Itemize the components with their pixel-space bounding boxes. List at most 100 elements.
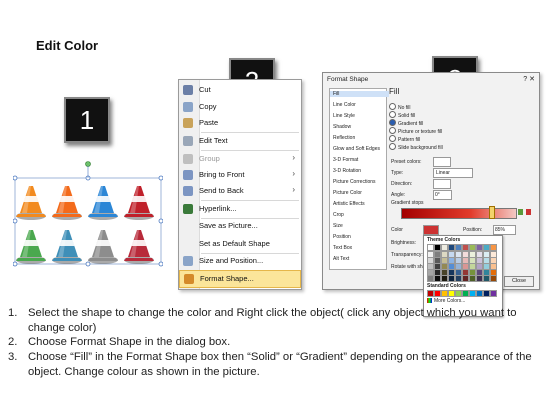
submenu-chevron-icon: › — [292, 153, 295, 162]
bring-to-front-icon — [183, 170, 193, 180]
standard-color-swatch[interactable] — [455, 290, 462, 297]
theme-color-swatch[interactable] — [469, 275, 476, 282]
instruction-item: 1. Select the shape to change the color a… — [8, 306, 553, 335]
category-text-box[interactable]: Text Box — [333, 245, 352, 251]
theme-color-swatch[interactable] — [462, 275, 469, 282]
theme-color-swatch[interactable] — [455, 275, 462, 282]
theme-color-swatch[interactable] — [469, 244, 476, 251]
theme-color-swatch[interactable] — [427, 275, 434, 282]
standard-color-swatch[interactable] — [469, 290, 476, 297]
dialog-title: Format Shape — [327, 76, 369, 83]
category-fill[interactable]: Fill — [330, 91, 389, 97]
fill-option-picture-or-texture-fill[interactable]: Picture or texture fill — [389, 127, 442, 135]
direction-row: Direction: — [391, 181, 412, 187]
standard-color-swatch[interactable] — [476, 290, 483, 297]
category-reflection[interactable]: Reflection — [333, 135, 355, 141]
category-3-d-format[interactable]: 3-D Format — [333, 157, 358, 163]
selection-handle[interactable] — [158, 175, 163, 181]
position-field[interactable]: 85% — [493, 225, 516, 235]
type-dropdown[interactable]: Linear — [433, 168, 473, 178]
theme-color-swatch[interactable] — [483, 275, 490, 282]
category-3-d-rotation[interactable]: 3-D Rotation — [333, 168, 361, 174]
context-menu-item-send-to-back[interactable]: Send to Back › — [179, 183, 301, 199]
selected-cones-shape[interactable] — [13, 160, 163, 268]
selection-handle[interactable] — [158, 261, 163, 267]
standard-color-swatch[interactable] — [427, 290, 434, 297]
standard-color-swatch[interactable] — [462, 290, 469, 297]
selection-handle[interactable] — [13, 175, 18, 181]
category-line-color[interactable]: Line Color — [333, 102, 356, 108]
category-glow-and-soft-edges[interactable]: Glow and Soft Edges — [333, 146, 380, 152]
context-menu-item-bring-to-front[interactable]: Bring to Front › — [179, 167, 301, 183]
selection-handle[interactable] — [13, 261, 18, 267]
standard-color-swatch[interactable] — [448, 290, 455, 297]
category-picture-corrections[interactable]: Picture Corrections — [333, 179, 376, 185]
theme-color-swatch[interactable] — [434, 275, 441, 282]
dialog-window-buttons[interactable]: ? ✕ — [523, 75, 535, 83]
theme-color-swatch[interactable] — [462, 244, 469, 251]
close-button[interactable]: Close — [504, 276, 534, 287]
standard-color-swatch[interactable] — [490, 290, 497, 297]
context-menu-label: Hyperlink... — [199, 204, 237, 213]
fill-option-gradient-fill[interactable]: Gradient fill — [389, 119, 423, 127]
standard-color-swatch[interactable] — [441, 290, 448, 297]
direction-dropdown[interactable] — [433, 179, 451, 189]
context-menu-item-format-shape[interactable]: Format Shape... — [179, 270, 301, 288]
category-artistic-effects[interactable]: Artistic Effects — [333, 201, 365, 207]
standard-color-swatch[interactable] — [434, 290, 441, 297]
fill-option-no-fill[interactable]: No fill — [389, 103, 411, 111]
radio-icon — [389, 119, 396, 126]
rotate-handle[interactable] — [85, 161, 91, 167]
category-alt-text[interactable]: Alt Text — [333, 256, 349, 262]
fill-option-solid-fill[interactable]: Solid fill — [389, 111, 415, 119]
category-position[interactable]: Position — [333, 234, 351, 240]
theme-color-swatch[interactable] — [476, 244, 483, 251]
gradient-stops-bar[interactable] — [401, 208, 517, 219]
context-menu-label: Group — [199, 154, 220, 163]
selection-handle[interactable] — [85, 261, 91, 267]
theme-color-swatch[interactable] — [434, 244, 441, 251]
context-menu-item-copy[interactable]: Copy — [179, 99, 301, 115]
color-palette-popup: Theme Colors Standard Colors More Colors… — [423, 235, 503, 317]
radio-icon — [389, 135, 396, 142]
angle-field[interactable]: 0° — [433, 190, 452, 200]
context-menu-item-paste[interactable]: Paste — [179, 115, 301, 131]
theme-color-swatch[interactable] — [441, 244, 448, 251]
selection-handle[interactable] — [13, 218, 18, 224]
context-menu-item-cut[interactable]: Cut — [179, 82, 301, 98]
standard-color-swatch[interactable] — [483, 290, 490, 297]
gradient-stop-handle[interactable] — [489, 206, 495, 219]
context-menu-item-save-as-picture[interactable]: Save as Picture... — [179, 218, 301, 234]
category-crop[interactable]: Crop — [333, 212, 344, 218]
color-picker-button[interactable] — [423, 225, 439, 235]
angle-label: Angle: — [391, 192, 406, 198]
format-shape-dialog: Format Shape ? ✕ Fill Line Color Line Styl… — [322, 72, 540, 317]
context-menu-item-hyperlink[interactable]: Hyperlink... — [179, 201, 301, 217]
context-menu-item-edit-text[interactable]: Edit Text — [179, 133, 301, 149]
theme-color-swatch[interactable] — [441, 275, 448, 282]
selection-handle[interactable] — [158, 218, 163, 224]
theme-color-swatch[interactable] — [490, 275, 497, 282]
theme-color-swatch[interactable] — [455, 244, 462, 251]
category-shadow[interactable]: Shadow — [333, 124, 351, 130]
theme-color-swatch[interactable] — [476, 275, 483, 282]
more-colors-item[interactable]: More Colors... — [427, 298, 465, 304]
fill-option-slide-background-fill[interactable]: Slide background fill — [389, 143, 443, 151]
context-menu-item-size-and-position[interactable]: Size and Position... — [179, 253, 301, 269]
category-picture-color[interactable]: Picture Color — [333, 190, 362, 196]
theme-color-swatch[interactable] — [448, 275, 455, 282]
preset-colors-dropdown[interactable] — [433, 157, 451, 167]
theme-color-swatch[interactable] — [448, 244, 455, 251]
category-line-style[interactable]: Line Style — [333, 113, 355, 119]
theme-color-swatch[interactable] — [490, 244, 497, 251]
group-icon — [183, 154, 193, 164]
context-menu-item-group[interactable]: Group › — [179, 151, 301, 167]
remove-stop-icon[interactable] — [526, 209, 531, 215]
category-size[interactable]: Size — [333, 223, 343, 229]
instruction-text: Choose Format Shape in the dialog box. — [28, 336, 231, 349]
context-menu-item-set-as-default-shape[interactable]: Set as Default Shape — [179, 236, 301, 252]
theme-color-swatch[interactable] — [427, 244, 434, 251]
theme-color-swatch[interactable] — [483, 244, 490, 251]
fill-option-pattern-fill[interactable]: Pattern fill — [389, 135, 420, 143]
add-stop-icon[interactable] — [518, 209, 523, 215]
